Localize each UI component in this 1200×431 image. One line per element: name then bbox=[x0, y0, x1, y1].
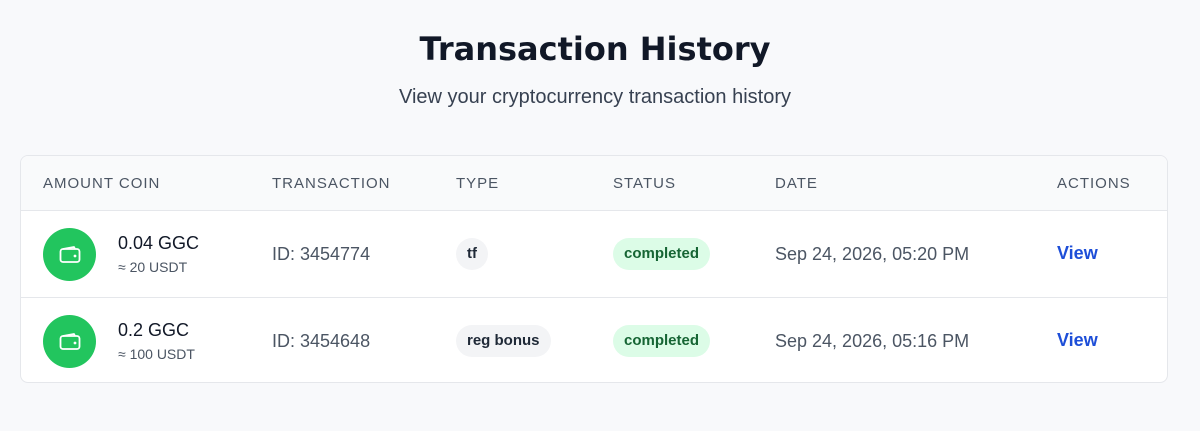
type-badge: tf bbox=[456, 238, 488, 270]
usd-equivalent: ≈ 20 USDT bbox=[118, 259, 188, 275]
amount-value: 0.2 GGC bbox=[118, 320, 190, 340]
transaction-date: Sep 24, 2026, 05:20 PM bbox=[775, 244, 970, 264]
transactions-table: AMOUNT COIN TRANSACTION TYPE STATUS DATE… bbox=[20, 155, 1168, 383]
amount-value: 0.04 GGC bbox=[118, 233, 200, 253]
column-header-status: STATUS bbox=[613, 175, 676, 192]
view-link[interactable]: View bbox=[1057, 243, 1098, 264]
table-header: AMOUNT COIN TRANSACTION TYPE STATUS DATE… bbox=[21, 156, 1167, 211]
transaction-date: Sep 24, 2026, 05:16 PM bbox=[775, 331, 970, 351]
column-header-date: DATE bbox=[775, 175, 818, 192]
status-badge: completed bbox=[613, 238, 711, 270]
column-header-actions: ACTIONS bbox=[1057, 175, 1131, 192]
transaction-id: ID: 3454648 bbox=[272, 331, 371, 351]
column-header-transaction: TRANSACTION bbox=[272, 175, 391, 192]
wallet-icon bbox=[43, 315, 96, 368]
usd-equivalent: ≈ 100 USDT bbox=[118, 346, 195, 362]
type-badge: reg bonus bbox=[456, 325, 551, 357]
table-row: 0.2 GGC ≈ 100 USDT ID: 3454648 reg bonus… bbox=[21, 298, 1167, 382]
table-row: 0.04 GGC ≈ 20 USDT ID: 3454774 tf comple… bbox=[21, 211, 1167, 298]
view-link[interactable]: View bbox=[1057, 330, 1098, 351]
status-badge: completed bbox=[613, 325, 711, 357]
page-title: Transaction History bbox=[419, 30, 771, 68]
wallet-icon bbox=[43, 228, 96, 281]
page-subtitle: View your cryptocurrency transaction his… bbox=[398, 86, 791, 108]
transaction-id: ID: 3454774 bbox=[272, 244, 371, 264]
column-header-amount-coin: AMOUNT COIN bbox=[43, 175, 161, 192]
column-header-type: TYPE bbox=[456, 175, 500, 192]
